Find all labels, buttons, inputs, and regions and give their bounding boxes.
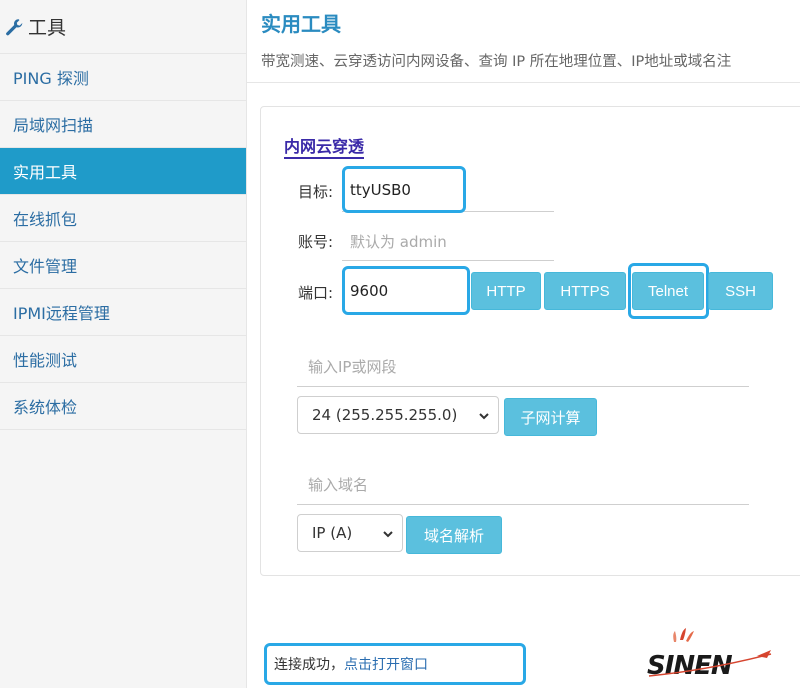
target-highlight bbox=[342, 166, 466, 213]
domain-input[interactable]: 输入域名 bbox=[308, 474, 368, 495]
sidebar-item-tools[interactable]: 实用工具 bbox=[0, 148, 246, 195]
target-label: 目标: bbox=[298, 183, 334, 201]
sidebar-item-ipmi[interactable]: IPMI远程管理 bbox=[0, 289, 246, 336]
divider bbox=[247, 82, 800, 83]
status-text: 连接成功， bbox=[274, 657, 344, 673]
dns-resolve-button[interactable]: 域名解析 bbox=[406, 516, 502, 554]
sidebar-item-label: PING 探测 bbox=[13, 69, 89, 88]
http-button[interactable]: HTTP bbox=[471, 272, 541, 310]
domain-input-underline bbox=[297, 504, 749, 505]
account-input[interactable]: 默认为 admin bbox=[350, 231, 447, 252]
telnet-highlight bbox=[628, 263, 709, 319]
main-content: 实用工具 带宽测速、云穿透访问内网设备、查询 IP 所在地理位置、IP地址或域名… bbox=[247, 0, 800, 688]
page-description: 带宽测速、云穿透访问内网设备、查询 IP 所在地理位置、IP地址或域名注 bbox=[261, 54, 732, 70]
open-window-link[interactable]: 点击打开窗口 bbox=[344, 654, 428, 674]
sidebar-item-label: 在线抓包 bbox=[13, 210, 78, 229]
sidebar-item-health-check[interactable]: 系统体检 bbox=[0, 383, 246, 430]
watermark-logo: SINEN bbox=[647, 628, 772, 681]
sidebar-item-label: 性能测试 bbox=[13, 351, 78, 370]
account-input-underline bbox=[342, 260, 554, 261]
sidebar-item-performance[interactable]: 性能测试 bbox=[0, 336, 246, 383]
chevron-down-icon bbox=[383, 531, 393, 538]
page-title: 实用工具 bbox=[261, 12, 341, 36]
port-highlight bbox=[342, 266, 470, 315]
ip-input-underline bbox=[297, 386, 749, 387]
subnet-calc-button[interactable]: 子网计算 bbox=[504, 398, 597, 436]
sidebar-item-ping[interactable]: PING 探测 bbox=[0, 54, 246, 101]
https-button[interactable]: HTTPS bbox=[544, 272, 626, 310]
subnet-mask-value: 24 (255.255.255.0) bbox=[312, 406, 458, 424]
wrench-icon bbox=[6, 18, 23, 35]
sidebar-item-label: 实用工具 bbox=[13, 163, 78, 182]
subnet-mask-select[interactable]: 24 (255.255.255.0) bbox=[297, 396, 499, 434]
sidebar-item-capture[interactable]: 在线抓包 bbox=[0, 195, 246, 242]
chevron-down-icon bbox=[479, 413, 489, 420]
sidebar-item-lan-scan[interactable]: 局域网扫描 bbox=[0, 101, 246, 148]
sidebar-item-label: 文件管理 bbox=[13, 257, 78, 276]
record-type-value: IP (A) bbox=[312, 524, 353, 542]
sidebar-item-files[interactable]: 文件管理 bbox=[0, 242, 246, 289]
record-type-select[interactable]: IP (A) bbox=[297, 514, 403, 552]
status-message: 连接成功， 点击打开窗口 bbox=[264, 643, 526, 685]
ssh-button[interactable]: SSH bbox=[708, 272, 773, 310]
sidebar: 工具 PING 探测 局域网扫描 实用工具 在线抓包 文件管理 IPMI远程管理… bbox=[0, 0, 247, 688]
ip-input[interactable]: 输入IP或网段 bbox=[308, 356, 396, 377]
section-title-tunnel: 内网云穿透 bbox=[284, 137, 365, 159]
sidebar-item-label: 系统体检 bbox=[13, 398, 78, 417]
sidebar-item-label: IPMI远程管理 bbox=[13, 304, 110, 323]
sidebar-header: 工具 bbox=[0, 0, 246, 54]
account-label: 账号: bbox=[298, 233, 334, 251]
sidebar-title: 工具 bbox=[28, 17, 67, 39]
port-label: 端口: bbox=[298, 284, 334, 302]
sidebar-item-label: 局域网扫描 bbox=[13, 116, 94, 135]
tools-panel bbox=[260, 106, 800, 576]
